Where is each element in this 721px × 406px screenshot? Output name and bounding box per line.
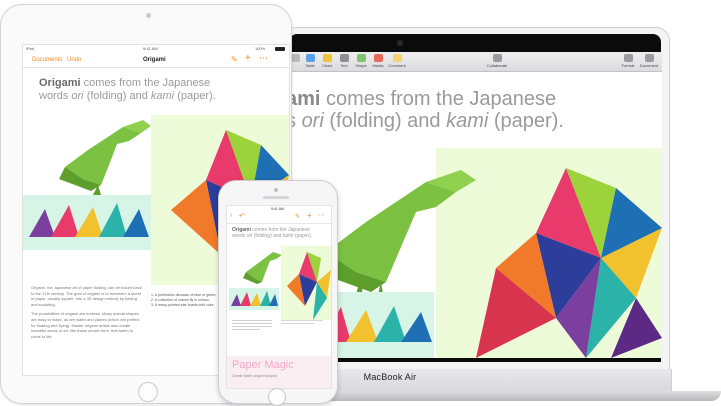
ipad-status-carrier: iPad	[26, 46, 35, 51]
iphone-home-button[interactable]	[268, 388, 286, 406]
iphone-screen: 9:41 AM ‹ ↶ ✎ + ⋯ Origami comes from the…	[226, 205, 332, 389]
ipad-status-time: 9:41 AM	[143, 46, 158, 51]
macbook-screen: Table Chart Text Shape Media Comment Col…	[286, 52, 662, 358]
iphone-nav-divider	[227, 223, 331, 224]
iphone-camera	[274, 188, 278, 192]
iphone-speaker	[263, 196, 289, 199]
ipad-dinosaur-image	[59, 120, 151, 195]
media-icon	[373, 54, 383, 62]
iphone-text-lines-left	[232, 318, 272, 332]
ipad-undo-button[interactable]: Undo	[67, 57, 81, 63]
iphone-star-panel	[281, 246, 331, 320]
iphone-paper-magic-subtitle: Create Matte origami shapes	[232, 374, 277, 378]
iphone-back-icon[interactable]: ‹	[230, 212, 232, 219]
ipad-documents-button[interactable]: Documents	[32, 57, 62, 63]
iphone-paper-magic-title: Paper Magic	[232, 359, 294, 371]
ipad-cranes-image	[29, 203, 149, 237]
ipad-body-text: Origami, the Japanese art of paper foldi…	[31, 285, 142, 339]
iphone-text-lines-right	[281, 318, 323, 326]
iphone-undo-icon[interactable]: ↶	[239, 212, 245, 220]
toolbar-shape-button[interactable]: Shape	[353, 54, 369, 69]
pages-toolbar: Table Chart Text Shape Media Comment Col…	[286, 52, 662, 72]
iphone-heading: Origami comes from the Japanese words or…	[232, 227, 313, 239]
text-icon	[339, 54, 349, 62]
iphone-more-icon[interactable]: ⋯	[318, 211, 325, 219]
more-icon[interactable]: ⋯	[259, 53, 268, 64]
chart-icon	[322, 54, 332, 62]
iphone-dinosaur-image	[243, 252, 282, 284]
format-icon	[623, 54, 633, 62]
ipad-camera	[146, 13, 151, 18]
ipad-heading: Origami comes from the Japanese words or…	[39, 77, 216, 102]
ipad-home-button[interactable]	[138, 382, 158, 402]
mac-heading: ami comes from the Japanese s ori (foldi…	[286, 88, 564, 132]
macbook-camera	[397, 40, 403, 46]
document-icon	[644, 54, 654, 62]
toolbar-document-button[interactable]: Document	[638, 54, 660, 69]
ipad-doc-title: Origami	[143, 57, 166, 63]
battery-icon	[275, 47, 285, 51]
brush-icon[interactable]: ✎	[231, 55, 238, 64]
toolbar-chart-button[interactable]: Chart	[319, 54, 335, 69]
toolbar-comment-button[interactable]: Comment	[387, 54, 407, 69]
ipad-status-battery: 100%	[255, 46, 266, 51]
toolbar-collaborate-button[interactable]: Collaborate	[482, 54, 512, 69]
comment-icon	[392, 54, 402, 62]
iphone-brush-icon[interactable]: ✎	[295, 213, 300, 220]
iphone-cranes-panel	[229, 288, 279, 310]
iphone-add-icon[interactable]: +	[307, 211, 312, 220]
toolbar-media-button[interactable]: Media	[370, 54, 386, 69]
table-icon	[305, 54, 315, 62]
iphone-cranes-image	[231, 291, 278, 306]
collaborate-icon	[492, 54, 502, 62]
nav-divider	[23, 67, 289, 68]
iphone-status-time: 9:41 AM	[271, 207, 284, 211]
add-icon[interactable]: +	[245, 53, 251, 64]
iphone-star-image	[287, 252, 331, 320]
ipad-cranes-panel	[23, 195, 151, 250]
toolbar-format-button[interactable]: Format	[620, 54, 636, 69]
toolbar-table-button[interactable]: Table	[302, 54, 318, 69]
toolbar-text-button[interactable]: Text	[336, 54, 352, 69]
shape-icon	[356, 54, 366, 62]
macbook-label: MacBook Air	[363, 372, 417, 382]
